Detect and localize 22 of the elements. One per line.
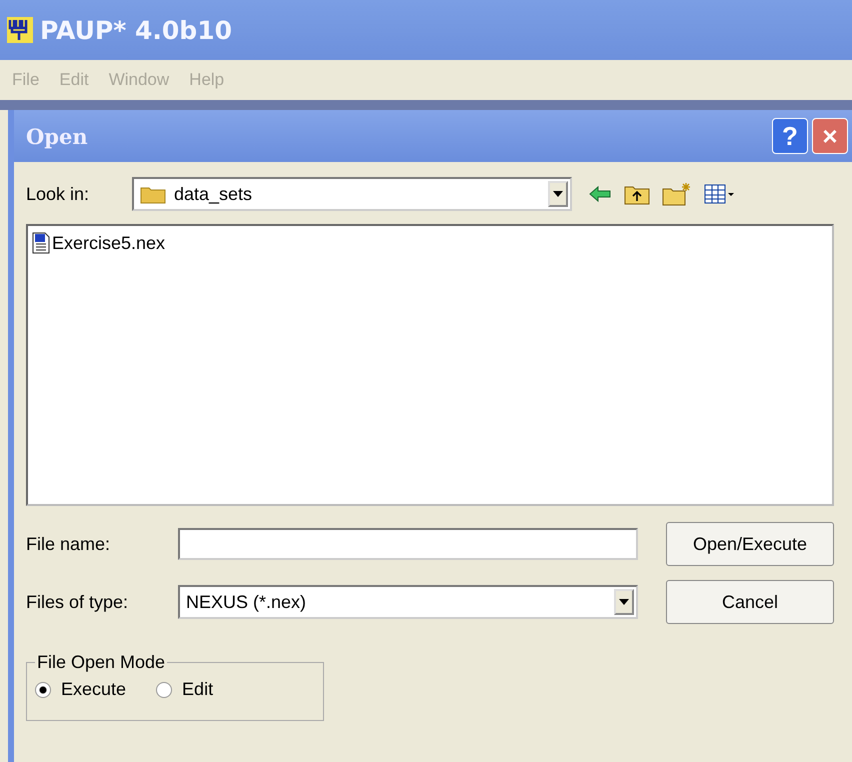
radio-button[interactable] (35, 682, 51, 698)
look-in-dropdown[interactable]: data_sets (132, 177, 572, 211)
back-arrow-icon[interactable] (588, 184, 612, 204)
group-title: File Open Mode (36, 652, 166, 673)
new-folder-icon[interactable] (662, 182, 692, 206)
radio-option[interactable]: Edit (156, 679, 214, 700)
dialog-title: Open (26, 124, 89, 148)
file-name-label: File name: (26, 534, 112, 554)
file-type-dropdown[interactable]: NEXUS (*.nex) (178, 585, 638, 619)
file-name-field[interactable] (178, 528, 638, 560)
help-button[interactable]: ? (772, 118, 808, 154)
view-menu-icon[interactable] (704, 183, 736, 205)
open-execute-button[interactable]: Open/Execute (666, 522, 834, 566)
document-icon (32, 232, 50, 254)
window-title: PAUP* 4.0b10 (40, 16, 232, 44)
cancel-button[interactable]: Cancel (666, 580, 834, 624)
radio-button[interactable] (156, 682, 172, 698)
files-of-type-label: Files of type: (26, 592, 130, 612)
document-entry[interactable]: Exercise5.nex (32, 232, 166, 254)
tree-icon (6, 16, 34, 44)
look-in-label: Look in: (26, 184, 90, 204)
radio-option[interactable]: Execute (35, 679, 126, 700)
